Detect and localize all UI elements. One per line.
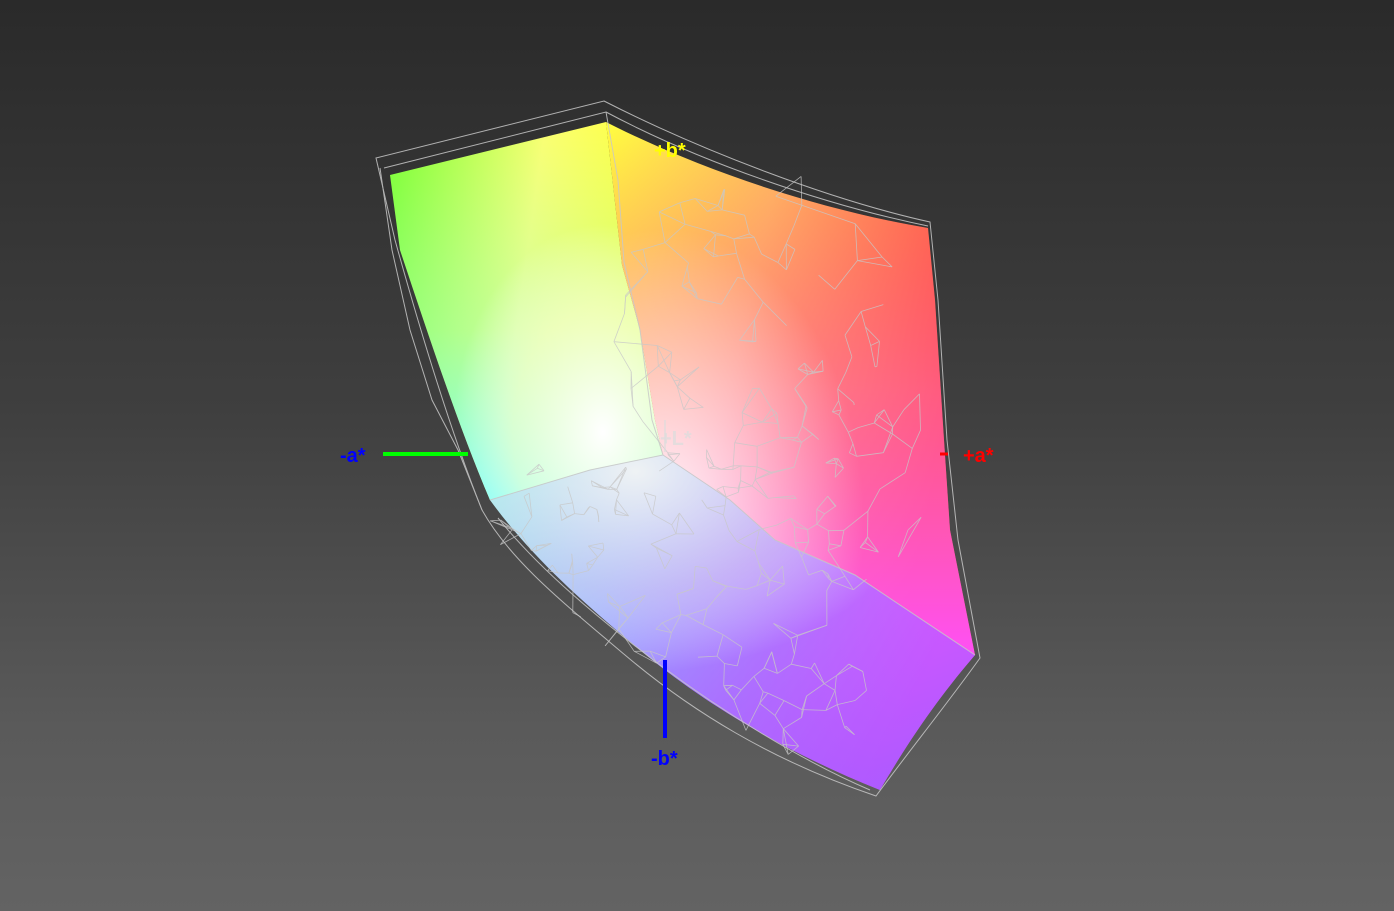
gamut-3d-view: -a* +a* +b* -b* +L* (340, 100, 994, 797)
pos-b-label: +b* (654, 140, 686, 162)
pos-a-label: +a* (963, 445, 994, 467)
neg-a-label: -a* (340, 445, 366, 467)
pos-l-label: +L* (660, 428, 692, 450)
mesh-edge (500, 533, 522, 545)
mesh-edge (500, 529, 513, 545)
mesh-edge (572, 612, 581, 618)
mesh-edge (775, 176, 802, 197)
mesh-edge (782, 728, 784, 745)
mesh-edge (490, 519, 501, 522)
mesh-edge (752, 340, 757, 343)
neg-b-label: -b* (651, 748, 678, 770)
